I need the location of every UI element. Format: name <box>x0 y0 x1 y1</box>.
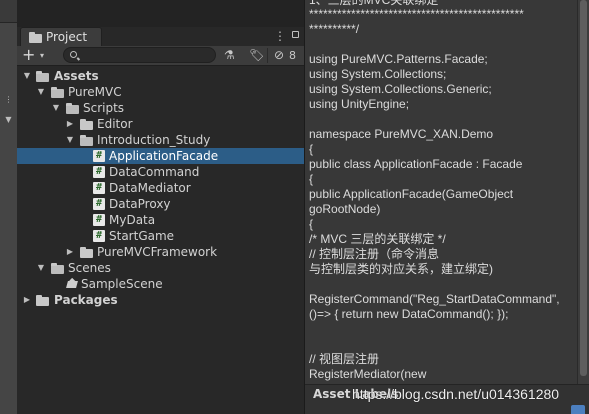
code-line: ()=> { return new DataCommand(); }); <box>309 307 509 321</box>
expand-arrow-icon[interactable]: ▼ <box>65 132 75 148</box>
preview-scrollbar[interactable] <box>577 0 589 384</box>
tree-item-label: StartGame <box>109 229 175 243</box>
tree-item-scripts[interactable]: ▼ Scripts <box>17 100 304 116</box>
tree-item-label: MyData <box>109 213 156 227</box>
code-line: { <box>309 142 314 156</box>
expand-arrow-icon[interactable]: ▼ <box>36 84 46 100</box>
project-tab-bar: Project ⋮ <box>17 27 304 47</box>
search-by-label-icon[interactable]: 🏷 <box>249 48 264 63</box>
search-field[interactable] <box>63 47 216 63</box>
chevron-down-icon[interactable]: ▾ <box>40 46 44 65</box>
code-line: RegisterMediator(new <box>309 367 427 381</box>
code-line: { <box>309 172 314 186</box>
tree-item-scenes[interactable]: ▼ Scenes <box>17 260 304 276</box>
search-input[interactable] <box>82 48 212 62</box>
tree-item-label: Scripts <box>83 101 125 115</box>
code-line: using PureMVC.Patterns.Facade; <box>309 52 488 66</box>
code-line: { <box>309 217 314 231</box>
tree-item-label: DataCommand <box>109 165 200 179</box>
expand-arrow-icon[interactable]: ▼ <box>36 260 46 276</box>
code-line: public class ApplicationFacade : Facade <box>309 157 523 171</box>
lock-icon[interactable] <box>292 31 299 38</box>
tree-item-label: PureMVCFramework <box>97 245 218 259</box>
tree-item-label: Editor <box>97 117 133 131</box>
tree-item-introduction-study[interactable]: ▼ Introduction_Study <box>17 132 304 148</box>
project-tree: ▼ Assets ▼ PureMVC ▼ Scripts ▶ Editor ▼ … <box>17 68 304 308</box>
tree-item-packages[interactable]: ▶ Packages <box>17 292 304 308</box>
strip-header <box>0 0 17 23</box>
watermark-url: https://blog.csdn.net/u014361280 <box>352 386 560 402</box>
tree-item-label: Scenes <box>68 261 111 275</box>
code-line: // 视图层注册 <box>309 352 380 366</box>
tree-item-label: PureMVC <box>68 85 122 99</box>
tab-project[interactable]: Project <box>20 27 102 46</box>
tab-project-label: Project <box>46 30 88 44</box>
tree-item-label: SampleScene <box>81 277 163 291</box>
tree-item-applicationfacade[interactable]: # ApplicationFacade <box>17 148 304 164</box>
create-button[interactable]: + <box>22 46 35 65</box>
asset-bundle-icon[interactable] <box>571 405 585 414</box>
tree-item-datamediator[interactable]: # DataMediator <box>17 180 304 196</box>
toolbar-divider <box>267 48 268 63</box>
code-line: using System.Collections.Generic; <box>309 82 492 96</box>
code-line: /* MVC 三层的关联绑定 */ <box>309 232 446 246</box>
tree-item-label: Introduction_Study <box>97 133 211 147</box>
code-line: **********/ <box>309 22 360 36</box>
code-line: // 控制层注册（命令消息 <box>309 247 440 261</box>
code-line: using UnityEngine; <box>309 97 410 111</box>
tree-item-datacommand[interactable]: # DataCommand <box>17 164 304 180</box>
expand-arrow-icon[interactable]: ▼ <box>22 68 32 84</box>
scene-view-strip: ⋮ ▼ <box>0 0 17 414</box>
tree-item-editor[interactable]: ▶ Editor <box>17 116 304 132</box>
tree-item-label: DataMediator <box>109 181 191 195</box>
code-line: public ApplicationFacade(GameObject <box>309 187 514 201</box>
tree-item-samplescene[interactable]: SampleScene <box>17 276 304 292</box>
script-preview: 1、三层的MVC关联绑定 ***************************… <box>305 0 577 384</box>
tree-item-label: DataProxy <box>109 197 171 211</box>
tree-item-label: Packages <box>54 293 118 307</box>
expand-arrow-icon[interactable]: ▼ <box>51 100 61 116</box>
code-line: RegisterCommand("Reg_StartDataCommand", <box>309 292 560 306</box>
search-by-type-icon[interactable]: ⚗ <box>224 48 235 63</box>
dropdown-caret-icon[interactable]: ▼ <box>3 115 14 125</box>
search-icon <box>70 51 77 58</box>
scrollbar-thumb[interactable] <box>580 0 587 376</box>
hidden-packages-count: 8 <box>289 49 296 62</box>
project-window: Project ⋮ + ▾ ⚗ 🏷 ⊘ 8 ▼ Assets ▼ PureMVC… <box>17 0 305 414</box>
tree-item-label: Assets <box>54 69 99 83</box>
folder-icon <box>29 32 42 43</box>
tree-item-assets[interactable]: ▼ Assets <box>17 68 304 84</box>
code-line: ****************************************… <box>309 7 524 21</box>
tree-item-puremvcframework[interactable]: ▶ PureMVCFramework <box>17 244 304 260</box>
tab-menu-icon[interactable]: ⋮ <box>274 27 286 46</box>
tree-item-dataproxy[interactable]: # DataProxy <box>17 196 304 212</box>
collapse-arrow-icon[interactable]: ▶ <box>65 116 75 132</box>
project-toolbar: + ▾ ⚗ 🏷 ⊘ 8 <box>17 46 304 66</box>
collapse-arrow-icon[interactable]: ▶ <box>65 244 75 260</box>
code-line: namespace PureMVC_XAN.Demo <box>309 127 494 141</box>
code-line: 与控制层类的对应关系，建立绑定) <box>309 262 493 276</box>
tree-item-startgame[interactable]: # StartGame <box>17 228 304 244</box>
code-line: goRootNode) <box>309 202 381 216</box>
collapse-arrow-icon[interactable]: ▶ <box>22 292 32 308</box>
code-line: using System.Collections; <box>309 67 447 81</box>
tree-item-mydata[interactable]: # MyData <box>17 212 304 228</box>
panel-top-gap <box>17 0 304 27</box>
hidden-packages-icon[interactable]: ⊘ <box>274 48 284 63</box>
overflow-dots-icon[interactable]: ⋮ <box>3 95 14 105</box>
tree-item-puremvc[interactable]: ▼ PureMVC <box>17 84 304 100</box>
tree-item-label: ApplicationFacade <box>109 149 219 163</box>
asset-labels-bar: Asset Labels https://blog.csdn.net/u0143… <box>305 384 589 414</box>
